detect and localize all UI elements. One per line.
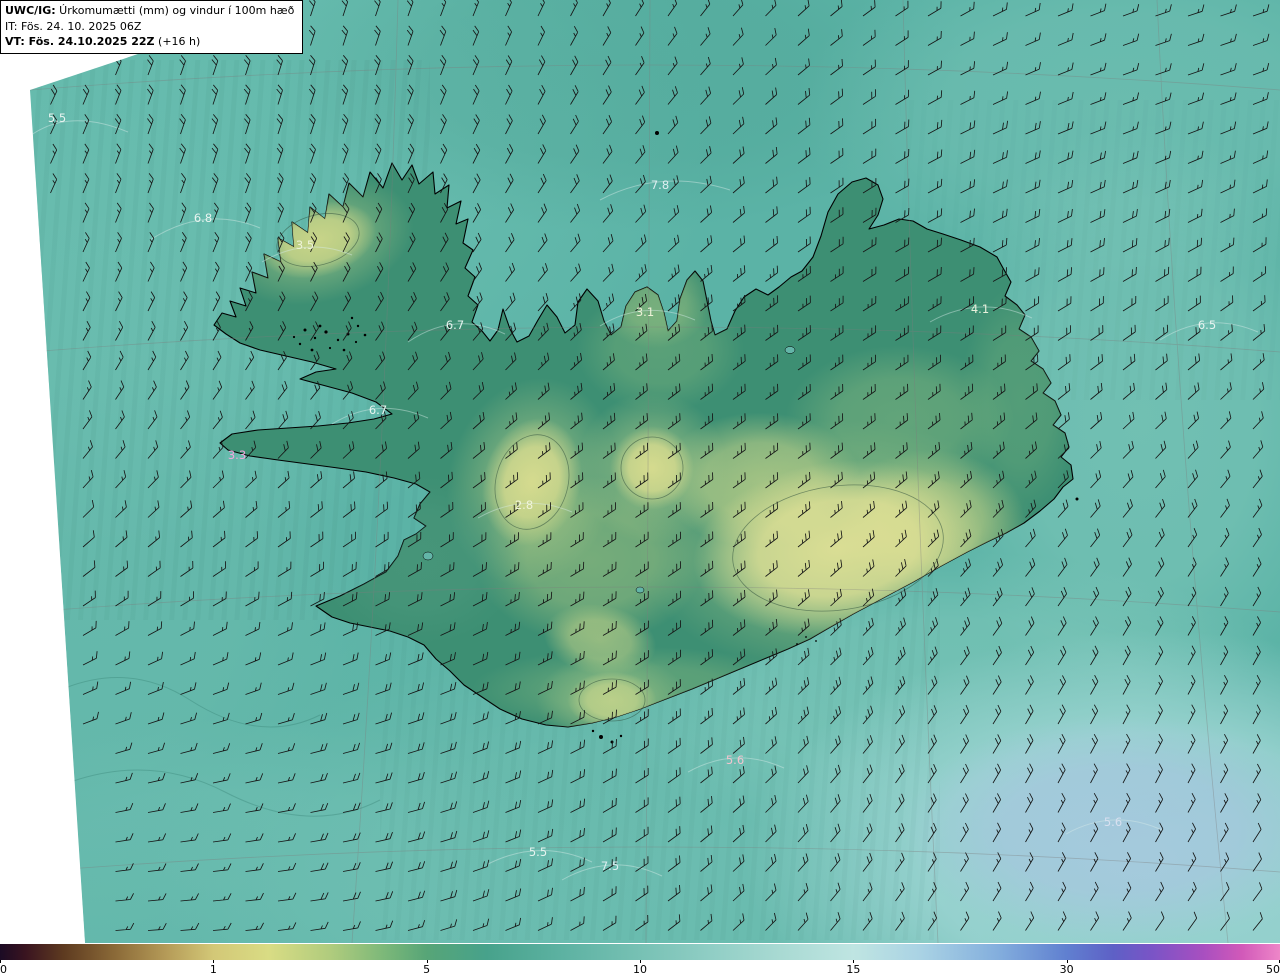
colorbar-scale: 0 1 5 10 15 30 50 — [0, 960, 1280, 978]
map-value-label: 7.5 — [601, 859, 619, 873]
map-value-label: 5.6 — [1104, 815, 1122, 829]
map-value-label: 3.5 — [296, 238, 314, 252]
map-value-label: 6.7 — [369, 403, 387, 417]
island-dot — [619, 734, 623, 738]
map-graphic: 5.5 6.8 3.5 7.8 6.7 3.1 4.1 6.5 6.7 3.3 2.8 5.6 5.5 7… — [0, 0, 1280, 943]
colorbar-gradient — [0, 944, 1280, 960]
init-time-line: IT: Fös. 24. 10. 2025 06Z — [5, 19, 142, 33]
map-value-label: 5.5 — [529, 845, 547, 859]
map-value-label: 5.6 — [726, 753, 744, 767]
island-dot — [805, 636, 807, 638]
title-line: UWC/IG: Úrkomumætti (mm) og vindur í 100… — [5, 3, 294, 19]
colorbar-tick-label: 15 — [846, 963, 861, 976]
lake — [635, 586, 645, 594]
island-dot — [350, 316, 354, 320]
island-dot — [1075, 497, 1079, 501]
title-text: Úrkomumætti (mm) og vindur í 100m hæð — [55, 4, 295, 17]
island-dot — [313, 336, 317, 340]
valid-time-offset: (+16 h) — [154, 35, 201, 48]
island-dot — [324, 330, 328, 334]
island-dot — [342, 348, 346, 352]
island-dot — [292, 335, 296, 339]
map-value-label: 2.8 — [515, 498, 533, 512]
colorbar-tick-label: 5 — [423, 963, 431, 976]
colorbar-tick-label: 1 — [209, 963, 217, 976]
weather-map-product: 5.5 6.8 3.5 7.8 6.7 3.1 4.1 6.5 6.7 3.3 2.8 5.6 5.5 7… — [0, 0, 1280, 978]
island-dot — [318, 324, 322, 328]
island-dot — [336, 338, 340, 342]
map-value-label: 5.5 — [48, 111, 66, 125]
colorbar-tick-label: 0 — [0, 963, 7, 976]
model-label: UWC/IG: — [5, 4, 56, 17]
island-dot — [815, 640, 817, 642]
colorbar-tick-label: 30 — [1059, 963, 1074, 976]
island-dot — [356, 324, 360, 328]
island-dot — [328, 346, 332, 350]
island-dot — [363, 333, 367, 337]
map-value-label: 6.8 — [194, 211, 212, 225]
map-value-label: 7.8 — [651, 178, 669, 192]
island-dot — [354, 340, 358, 344]
island-dot — [310, 348, 314, 352]
colorbar-tick-label: 50 — [1266, 963, 1280, 976]
island-dot — [591, 729, 595, 733]
lake — [422, 551, 434, 561]
title-box: UWC/IG: Úrkomumætti (mm) og vindur í 100… — [0, 0, 304, 54]
colorbar: 0 1 5 10 15 30 50 — [0, 943, 1280, 978]
map-value-label: 6.7 — [446, 318, 464, 332]
lake — [784, 346, 796, 354]
island-dot — [796, 643, 798, 645]
island-dot — [303, 328, 307, 332]
map-svg: 5.5 6.8 3.5 7.8 6.7 3.1 4.1 6.5 6.7 3.3 2.8 5.6 5.5 7… — [30, 0, 1280, 943]
island-dot — [655, 131, 659, 135]
valid-time-line: VT: Fös. 24.10.2025 22Z (+16 h) — [5, 34, 294, 50]
map-value-label: 4.1 — [971, 302, 989, 316]
map-value-label: 3.3 — [228, 448, 246, 462]
island-dot — [599, 735, 603, 739]
island-dot — [298, 342, 302, 346]
valid-time-bold: VT: Fös. 24.10.2025 22Z — [5, 35, 155, 48]
map-value-label: 6.5 — [1198, 318, 1216, 332]
map-value-label: 3.1 — [636, 305, 654, 319]
colorbar-tick-label: 10 — [633, 963, 647, 976]
